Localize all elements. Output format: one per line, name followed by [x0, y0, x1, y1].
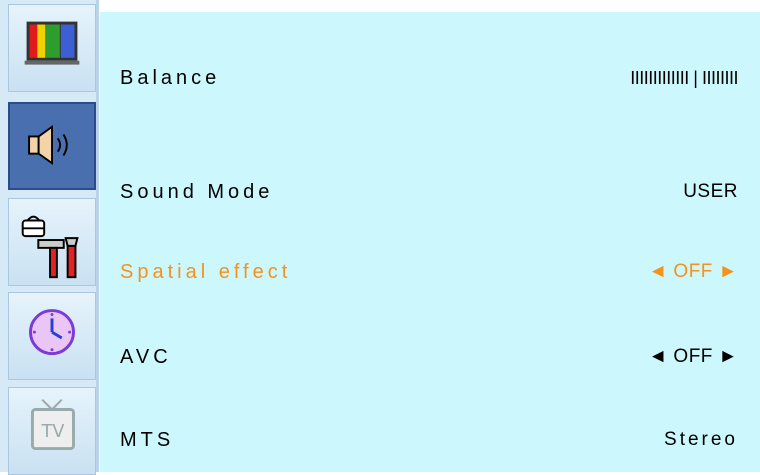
tab-time[interactable] — [8, 292, 96, 380]
sound-speaker-icon — [28, 125, 68, 166]
tools-setup-icon — [21, 215, 79, 279]
menu-label: Balance — [120, 67, 221, 89]
tv-icon: TV — [30, 399, 75, 451]
tab-picture[interactable] — [8, 4, 96, 92]
balance-slider-value[interactable]: IIIIIIIIIIIII | IIIIIIII — [630, 58, 738, 98]
sidebar: TV — [0, 0, 99, 475]
picture-icon — [24, 21, 80, 65]
menu-row-avc[interactable]: AVC ◄ OFF ► — [100, 337, 760, 377]
tab-sound[interactable] — [8, 102, 96, 190]
menu-label: Sound Mode — [120, 181, 274, 203]
menu-row-mts[interactable]: MTS Stereo — [100, 420, 760, 460]
clock-icon — [29, 309, 75, 356]
menu-label: Spatial effect — [120, 261, 292, 283]
menu-row-sound-mode[interactable]: Sound Mode USER — [100, 172, 760, 212]
sound-mode-value[interactable]: USER — [683, 172, 738, 212]
sound-menu-panel: Balance IIIIIIIIIIIII | IIIIIIII Sound M… — [100, 12, 760, 472]
tab-setup[interactable] — [8, 198, 96, 286]
menu-row-spatial-effect[interactable]: Spatial effect ◄ OFF ► — [100, 252, 760, 292]
menu-label: MTS — [120, 429, 175, 451]
menu-row-balance[interactable]: Balance IIIIIIIIIIIII | IIIIIIII — [100, 58, 760, 98]
svg-text:TV: TV — [41, 422, 65, 442]
menu-label: AVC — [120, 346, 172, 368]
avc-value[interactable]: ◄ OFF ► — [648, 337, 738, 377]
spatial-effect-value[interactable]: ◄ OFF ► — [648, 252, 738, 292]
mts-value[interactable]: Stereo — [664, 420, 738, 460]
tab-channel[interactable]: TV — [8, 387, 96, 475]
